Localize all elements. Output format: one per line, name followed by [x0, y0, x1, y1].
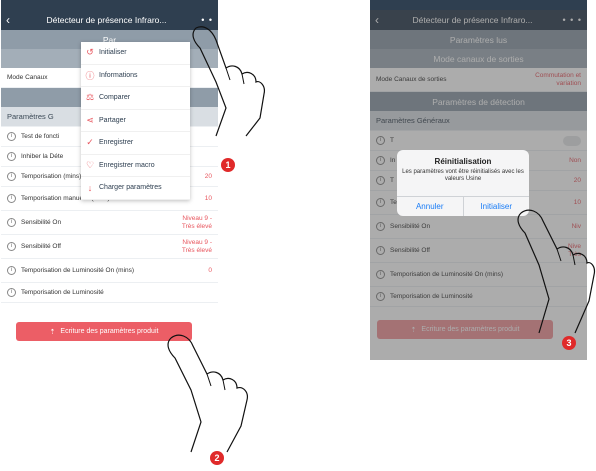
- info-icon[interactable]: i: [7, 132, 16, 141]
- setting-value: Niveau 9 - Très élevé: [181, 239, 212, 254]
- info-icon[interactable]: i: [7, 152, 16, 161]
- menu-item-label: Partager: [99, 116, 126, 124]
- page-title: Détecteur de présence Infraro...: [46, 15, 167, 25]
- info-icon: ⓘ: [85, 70, 95, 81]
- pointing-hand-icon: [192, 26, 265, 137]
- setting-value: 20: [204, 172, 212, 180]
- pointing-hand-icon: [167, 334, 248, 453]
- setting-value: 10: [204, 194, 212, 202]
- setting-value: Niveau 9 - Très élevé: [181, 215, 212, 230]
- back-chevron-icon[interactable]: ‹: [6, 14, 16, 26]
- menu-item-label: Informations: [99, 71, 138, 79]
- setting-label: Sensibilité Off: [21, 242, 61, 250]
- heart-icon: ♡: [85, 159, 95, 170]
- upload-icon: ⇡: [49, 328, 56, 336]
- reset-alert-dialog: Réinitialisation Les paramètres vont êtr…: [397, 150, 529, 216]
- download-icon: ↓: [87, 182, 93, 193]
- alert-title: Réinitialisation: [434, 157, 492, 166]
- check-icon: ✓: [86, 137, 94, 148]
- menu-item-label: Initialiser: [99, 49, 127, 57]
- write-params-label: Ecriture des paramètres produit: [60, 328, 159, 335]
- reset-icon: ↺: [86, 47, 94, 58]
- menu-item-enregistrer-macro[interactable]: ♡ Enregistrer macro: [81, 155, 190, 177]
- setting-row[interactable]: i Temporisation de Luminosité On (mins) …: [1, 259, 218, 283]
- setting-row[interactable]: i Temporisation de Luminosité: [1, 283, 218, 303]
- options-menu: ↺ Initialiser ⓘ Informations ⚖ Comparer ⋖ Pa…: [81, 42, 190, 200]
- info-icon[interactable]: i: [7, 266, 16, 275]
- menu-item-initialiser[interactable]: ↺ Initialiser: [81, 42, 190, 65]
- pointing-hand-icon: [517, 209, 596, 334]
- menu-item-enregistrer[interactable]: ✓ Enregistrer: [81, 132, 190, 155]
- share-icon: ⋖: [86, 114, 94, 125]
- info-icon[interactable]: i: [7, 172, 16, 181]
- step-badge-1: 1: [221, 158, 235, 172]
- alert-message: Les paramètres vont être réinitialisés a…: [402, 169, 524, 182]
- menu-item-comparer[interactable]: ⚖ Comparer: [81, 87, 190, 110]
- menu-item-charger[interactable]: ↓ Charger paramètres: [81, 177, 190, 200]
- alert-buttons: Annuler Initialiser: [397, 196, 529, 216]
- cancel-button[interactable]: Annuler: [397, 197, 463, 216]
- menu-item-label: Enregistrer: [99, 139, 134, 147]
- info-icon[interactable]: i: [7, 242, 16, 251]
- step-badge-3: 3: [562, 336, 576, 350]
- scale-icon: ⚖: [85, 92, 95, 103]
- info-icon[interactable]: i: [7, 194, 16, 203]
- setting-label: Temporisation de Luminosité On (mins): [21, 266, 135, 274]
- info-icon[interactable]: i: [7, 288, 16, 297]
- menu-item-label: Charger paramètres: [99, 184, 162, 192]
- setting-row[interactable]: i Sensibilité Off Niveau 9 - Très élevé: [1, 235, 218, 259]
- setting-label: Temporisation de Luminosité: [21, 288, 104, 296]
- info-icon[interactable]: i: [7, 218, 16, 227]
- menu-item-informations[interactable]: ⓘ Informations: [81, 65, 190, 87]
- setting-label: Sensibilité On: [21, 218, 62, 226]
- menu-item-label: Enregistrer macro: [99, 161, 155, 169]
- setting-value: 0: [208, 266, 212, 274]
- status-bar: [1, 0, 218, 10]
- setting-row[interactable]: i Sensibilité On Niveau 9 - Très élevé: [1, 211, 218, 235]
- status-bar: [370, 0, 587, 10]
- menu-item-label: Comparer: [99, 94, 131, 102]
- menu-item-partager[interactable]: ⋖ Partager: [81, 110, 190, 132]
